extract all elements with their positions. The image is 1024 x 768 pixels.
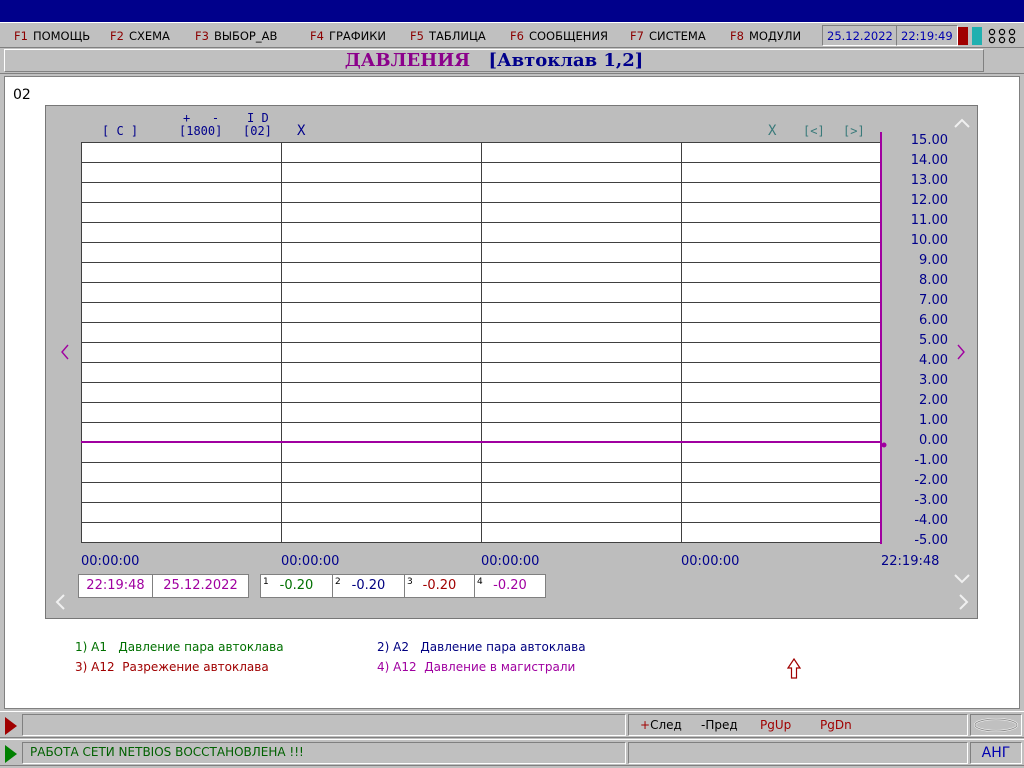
chart-plot-area[interactable] bbox=[81, 132, 887, 544]
y-tick-label: 11.00 bbox=[910, 213, 948, 228]
chart-id-label: I D bbox=[247, 111, 269, 125]
chart-id-value[interactable]: [02] bbox=[243, 124, 272, 138]
menu-item-messages[interactable]: F6 СООБЩЕНИЯ bbox=[510, 29, 608, 43]
title-bar bbox=[0, 0, 1024, 22]
chart-x-right[interactable]: X bbox=[768, 123, 776, 139]
legend-item-1[interactable]: 1) A1 Давление пара автоклава bbox=[75, 640, 284, 654]
page-title: ДАВЛЕНИЯ [Автоклав 1,2] bbox=[4, 49, 984, 72]
y-tick-label: 10.00 bbox=[910, 233, 948, 248]
legend-item-3[interactable]: 3) A12 Разрежение автоклава bbox=[75, 660, 269, 674]
y-tick-label: 8.00 bbox=[919, 273, 948, 288]
x-tick-label: 22:19:48 bbox=[881, 554, 940, 569]
scroll-down-icon[interactable] bbox=[954, 572, 970, 588]
message-arrow-icon bbox=[5, 745, 17, 763]
menu-bar: F1 ПОМОЩЬ F2 СХЕМА F3 ВЫБОР_АВ F4 ГРАФИКИ F5… bbox=[0, 22, 1024, 48]
y-tick-label: 15.00 bbox=[910, 133, 948, 148]
y-tick-label: 2.00 bbox=[919, 393, 948, 408]
page-title-subtitle: [Автоклав 1,2] bbox=[488, 50, 644, 71]
y-tick-label: -5.00 bbox=[914, 533, 948, 548]
status-bar-messages: РАБОТА СЕТИ NETBIOS ВОССТАНОВЛЕНА !!! АН… bbox=[0, 739, 1024, 766]
y-tick-label: -3.00 bbox=[914, 493, 948, 508]
main-area: 02 [ C ] + - [1800] I D [02] X X [<] [>] bbox=[4, 76, 1020, 709]
y-tick-label: -4.00 bbox=[914, 513, 948, 528]
grid-circles-icon[interactable] bbox=[987, 27, 1019, 45]
legend-item-2[interactable]: 2) A2 Давление пара автоклава bbox=[377, 640, 586, 654]
next-button[interactable]: +След bbox=[640, 718, 682, 732]
y-tick-label: 6.00 bbox=[919, 313, 948, 328]
menu-item-charts[interactable]: F4 ГРАФИКИ bbox=[310, 29, 386, 43]
status-message: РАБОТА СЕТИ NETBIOS ВОССТАНОВЛЕНА !!! bbox=[30, 745, 304, 759]
page-up-button[interactable]: PgUp bbox=[760, 718, 791, 732]
cursor-date: 25.12.2022 bbox=[152, 574, 249, 598]
page-id: 02 bbox=[13, 87, 31, 103]
connection-indicator bbox=[972, 27, 982, 45]
menu-item-scheme[interactable]: F2 СХЕМА bbox=[110, 29, 170, 43]
y-tick-label: 5.00 bbox=[919, 333, 948, 348]
y-tick-label: -1.00 bbox=[914, 453, 948, 468]
alarm-indicator bbox=[958, 27, 968, 45]
x-tick-label: 00:00:00 bbox=[481, 554, 540, 569]
y-tick-label: 13.00 bbox=[910, 173, 948, 188]
series-1-svg bbox=[81, 441, 887, 448]
y-tick-label: 7.00 bbox=[919, 293, 948, 308]
scroll-left-icon[interactable] bbox=[54, 594, 66, 613]
legend-item-4[interactable]: 4) A12 Давление в магистрали bbox=[377, 660, 575, 674]
chart-left-icon[interactable] bbox=[60, 344, 70, 363]
page-title-main: ДАВЛЕНИЯ bbox=[344, 50, 471, 71]
y-tick-label: -2.00 bbox=[914, 473, 948, 488]
current-time: 22:19:49 bbox=[896, 25, 958, 46]
prev-button[interactable]: -Пред bbox=[701, 718, 738, 732]
y-tick-label: 1.00 bbox=[919, 413, 948, 428]
page-title-bar: ДАВЛЕНИЯ [Автоклав 1,2] bbox=[0, 48, 1024, 74]
menu-item-system[interactable]: F7 СИСТЕМА bbox=[630, 29, 706, 43]
cursor-time: 22:19:48 bbox=[78, 574, 153, 598]
chart-right-icon[interactable] bbox=[956, 344, 966, 363]
chart-panel: [ C ] + - [1800] I D [02] X X [<] [>] 15… bbox=[45, 105, 978, 619]
y-tick-label: 12.00 bbox=[910, 193, 948, 208]
chart-nav-next[interactable]: [>] bbox=[843, 124, 865, 138]
cursor-value-1: 1 -0.20 bbox=[260, 574, 333, 598]
x-tick-label: 00:00:00 bbox=[81, 554, 140, 569]
ellipse-icon[interactable] bbox=[970, 714, 1022, 736]
x-tick-label: 00:00:00 bbox=[681, 554, 740, 569]
y-tick-label: 4.00 bbox=[919, 353, 948, 368]
y-tick-label: 0.00 bbox=[919, 433, 948, 448]
chart-mode[interactable]: [ C ] bbox=[102, 124, 138, 138]
chart-plus-minus[interactable]: + - bbox=[183, 111, 219, 125]
message-aux-field bbox=[628, 742, 968, 764]
y-tick-label: 9.00 bbox=[919, 253, 948, 268]
language-indicator[interactable]: АНГ bbox=[970, 742, 1022, 764]
series-1-end-point bbox=[881, 442, 887, 448]
cursor-value-2: 2 -0.20 bbox=[332, 574, 405, 598]
y-tick-label: 3.00 bbox=[919, 373, 948, 388]
status-field bbox=[22, 714, 626, 736]
status-arrow-icon bbox=[5, 717, 17, 735]
cursor-value-4: 4 -0.20 bbox=[474, 574, 546, 598]
page-down-button[interactable]: PgDn bbox=[820, 718, 852, 732]
scroll-right-icon[interactable] bbox=[958, 594, 970, 613]
cursor-value-3: 3 -0.20 bbox=[404, 574, 475, 598]
menu-item-table[interactable]: F5 ТАБЛИЦА bbox=[410, 29, 486, 43]
menu-item-help[interactable]: F1 ПОМОЩЬ bbox=[14, 29, 90, 43]
menu-item-modules[interactable]: F8 МОДУЛИ bbox=[730, 29, 801, 43]
status-bar-navigation: +След -Пред PgUp PgDn bbox=[0, 711, 1024, 738]
mouse-pointer-icon bbox=[786, 657, 802, 683]
chart-x-left[interactable]: X bbox=[297, 123, 305, 139]
current-date: 25.12.2022 bbox=[822, 25, 898, 46]
scroll-up-icon[interactable] bbox=[954, 116, 970, 132]
grid-hline bbox=[81, 542, 881, 543]
menu-item-select-av[interactable]: F3 ВЫБОР_АВ bbox=[195, 29, 277, 43]
x-tick-label: 00:00:00 bbox=[281, 554, 340, 569]
chart-range[interactable]: [1800] bbox=[179, 124, 222, 138]
chart-nav-prev[interactable]: [<] bbox=[803, 124, 825, 138]
y-tick-label: 14.00 bbox=[910, 153, 948, 168]
